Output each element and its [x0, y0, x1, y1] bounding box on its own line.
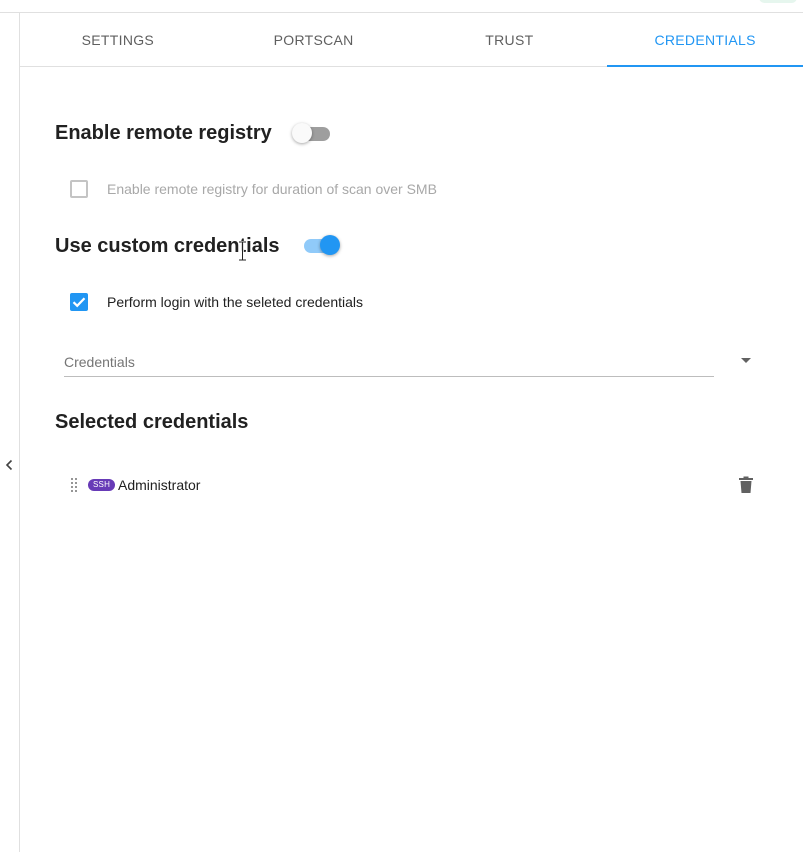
- tab-portscan[interactable]: PORTSCAN: [216, 13, 412, 66]
- check-icon: [72, 297, 86, 308]
- selected-credentials-heading: Selected credentials: [55, 411, 249, 433]
- credentials-select[interactable]: Credentials: [64, 346, 714, 377]
- tab-bar: SETTINGS PORTSCAN TRUST CREDENTIALS: [20, 13, 803, 67]
- credentials-select-placeholder: Credentials: [64, 354, 135, 370]
- trash-icon[interactable]: [738, 476, 754, 494]
- tab-trust[interactable]: TRUST: [412, 13, 608, 66]
- top-bar: [0, 0, 803, 13]
- toggle-thumb: [320, 235, 340, 255]
- credential-type-badge: SSH: [88, 479, 116, 491]
- tab-credentials[interactable]: CREDENTIALS: [607, 13, 803, 67]
- perform-login-label: Perform login with the seleted credentia…: [107, 294, 364, 310]
- arrow-drop-down-icon[interactable]: [741, 358, 751, 363]
- collapse-panel-button[interactable]: [0, 455, 18, 475]
- credential-name: Administrator: [118, 477, 201, 493]
- remote-registry-smb-label: Enable remote registry for duration of s…: [107, 181, 437, 197]
- perform-login-option: Perform login with the seleted credentia…: [70, 290, 363, 314]
- text-cursor-icon: [239, 241, 246, 261]
- chevron-left-icon: [5, 459, 13, 471]
- drag-handle-icon[interactable]: [70, 477, 78, 493]
- list-item: SSH Administrator: [66, 472, 760, 498]
- left-rail: [0, 13, 20, 852]
- toggle-thumb: [292, 123, 312, 143]
- custom-credentials-toggle[interactable]: [300, 233, 340, 257]
- top-right-chip: [759, 0, 797, 3]
- remote-registry-smb-checkbox[interactable]: [70, 180, 88, 198]
- tab-settings[interactable]: SETTINGS: [20, 13, 216, 66]
- remote-registry-smb-option: Enable remote registry for duration of s…: [70, 177, 437, 201]
- remote-registry-heading: Enable remote registry: [55, 122, 272, 144]
- remote-registry-toggle[interactable]: [292, 121, 332, 145]
- perform-login-checkbox[interactable]: [70, 293, 88, 311]
